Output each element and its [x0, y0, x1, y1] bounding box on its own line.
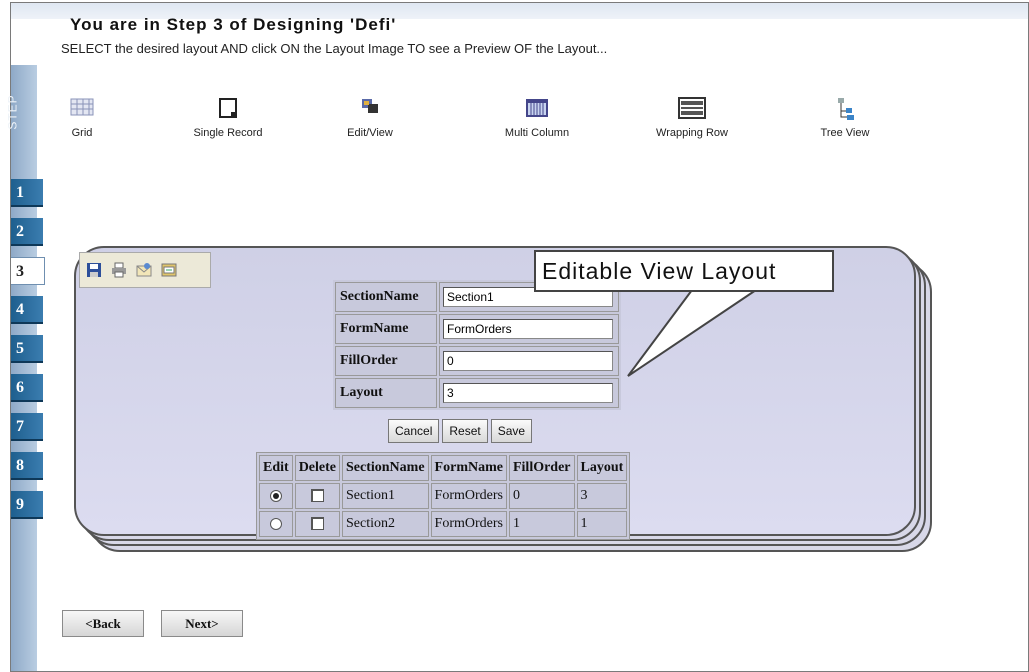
edit-cell	[259, 511, 293, 537]
fill-order-cell	[439, 346, 619, 376]
col-header-section-name: SectionName	[342, 455, 429, 481]
records-grid: Edit Delete SectionName FormName FillOrd…	[256, 452, 631, 540]
step-tab-1[interactable]: 1	[11, 179, 43, 207]
step-tab-9[interactable]: 9	[11, 491, 43, 519]
layout-option-multi-column[interactable]: Multi Column	[492, 97, 582, 139]
form-row: FormName	[335, 314, 619, 344]
layout-option-grid[interactable]: Grid	[62, 97, 102, 139]
print-icon[interactable]	[111, 262, 127, 278]
step-label: STEP	[5, 94, 20, 130]
fill-order-value: 1	[508, 511, 575, 537]
form-name-cell	[439, 314, 619, 344]
back-button[interactable]: <Back	[62, 610, 144, 637]
layout-label-single-record: Single Record	[193, 127, 263, 139]
fill-order-label: FillOrder	[335, 346, 437, 376]
cancel-button[interactable]: Cancel	[388, 419, 440, 443]
layout-field[interactable]	[443, 383, 613, 403]
grid-header-row: Edit Delete SectionName FormName FillOrd…	[259, 455, 628, 481]
section-name-value: Section1	[342, 483, 429, 509]
single-record-icon	[178, 97, 278, 119]
layout-option-wrapping-row[interactable]: Wrapping Row	[642, 97, 742, 139]
step-tab-5[interactable]: 5	[11, 335, 43, 363]
instructions-text: SELECT the desired layout AND click ON t…	[61, 41, 608, 56]
delete-cell	[294, 483, 340, 509]
layout-cell	[439, 378, 619, 408]
reset-button[interactable]: Reset	[442, 419, 488, 443]
layout-label: Layout	[335, 378, 437, 408]
form-row: Layout	[335, 378, 619, 408]
fill-order-field[interactable]	[443, 351, 613, 371]
edit-cell	[259, 483, 293, 509]
callout-text: Editable View Layout	[534, 250, 834, 292]
step-tab-7[interactable]: 7	[11, 413, 43, 441]
multi-column-icon	[492, 97, 582, 119]
fill-order-value: 0	[508, 483, 575, 509]
export-icon[interactable]	[161, 262, 177, 278]
table-row: Section1 FormOrders 0 3	[259, 483, 628, 509]
edit-radio[interactable]	[269, 517, 282, 530]
form-name-label: FormName	[335, 314, 437, 344]
layout-label-edit-view: Edit/View	[347, 127, 393, 139]
delete-checkbox[interactable]	[310, 489, 324, 503]
edit-form: SectionName FormName FillOrder Layout	[333, 280, 621, 410]
step-tab-2[interactable]: 2	[11, 218, 43, 246]
section-name-label: SectionName	[335, 282, 437, 312]
edit-view-icon	[340, 97, 400, 119]
form-name-value: FormOrders	[430, 511, 507, 537]
tree-view-icon	[810, 97, 880, 120]
layout-option-single-record[interactable]: Single Record	[178, 97, 278, 139]
form-name-value: FormOrders	[430, 483, 507, 509]
callout-pointer	[627, 288, 757, 377]
form-row: FillOrder	[335, 346, 619, 376]
grid-icon	[62, 97, 102, 119]
save-button[interactable]: Save	[490, 419, 533, 443]
col-header-edit: Edit	[259, 455, 293, 481]
layout-value: 3	[576, 483, 628, 509]
edit-radio[interactable]	[269, 489, 282, 502]
step-tab-6[interactable]: 6	[11, 374, 43, 402]
save-icon[interactable]	[86, 262, 102, 278]
preview-toolbar	[79, 252, 211, 288]
delete-cell	[294, 511, 340, 537]
step-tab-4[interactable]: 4	[11, 296, 43, 324]
layout-option-edit-view[interactable]: Edit/View	[340, 97, 400, 139]
layout-option-tree-view[interactable]: Tree View	[810, 97, 880, 139]
layout-label-tree-view: Tree View	[820, 127, 870, 139]
layout-label-wrapping-row: Wrapping Row	[656, 127, 728, 139]
col-header-delete: Delete	[294, 455, 340, 481]
col-header-form-name: FormName	[430, 455, 507, 481]
layout-callout: Editable View Layout	[534, 250, 834, 377]
form-actions: Cancel Reset Save	[388, 419, 535, 443]
section-name-value: Section2	[342, 511, 429, 537]
col-header-fill-order: FillOrder	[508, 455, 575, 481]
page-title: You are in Step 3 of Designing 'Defi'	[70, 15, 397, 34]
email-icon[interactable]	[136, 262, 152, 278]
step-tab-3[interactable]: 3	[11, 257, 45, 285]
next-button[interactable]: Next>	[161, 610, 243, 637]
layout-label-multi-column: Multi Column	[504, 127, 570, 139]
delete-checkbox[interactable]	[310, 517, 324, 531]
step-tab-8[interactable]: 8	[11, 452, 43, 480]
col-header-layout: Layout	[576, 455, 628, 481]
form-name-field[interactable]	[443, 319, 613, 339]
table-row: Section2 FormOrders 1 1	[259, 511, 628, 537]
wrapping-row-icon	[642, 97, 742, 119]
layout-value: 1	[576, 511, 628, 537]
layout-label-grid: Grid	[71, 127, 93, 139]
